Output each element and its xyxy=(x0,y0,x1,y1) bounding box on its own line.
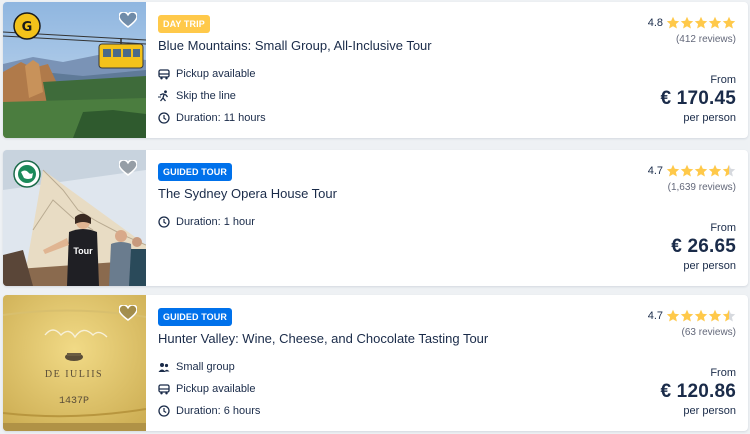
feature-text: Duration: 1 hour xyxy=(176,216,255,228)
feature-text: Duration: 11 hours xyxy=(176,112,266,124)
star-full-icon xyxy=(666,309,680,322)
star-full-icon xyxy=(708,16,722,29)
rating: 4.7 xyxy=(648,309,736,323)
star-full-icon xyxy=(666,164,680,177)
price-per-label: per person xyxy=(683,405,736,417)
price-per-label: per person xyxy=(683,112,736,124)
tour-title[interactable]: The Sydney Opera House Tour xyxy=(158,186,337,201)
tour-card[interactable]: DE IULIIS 1437P Guided tour Hunter Valle… xyxy=(3,295,748,431)
feature-pickup: Pickup available xyxy=(158,378,260,400)
feature-text: Duration: 6 hours xyxy=(176,405,261,417)
provider-logo-icon: G xyxy=(13,12,41,40)
provider-logo-icon xyxy=(13,160,41,188)
star-full-icon xyxy=(708,309,722,322)
star-half-icon xyxy=(722,309,736,322)
rating-score: 4.7 xyxy=(647,165,663,177)
star-full-icon xyxy=(694,164,708,177)
star-full-icon xyxy=(722,16,736,29)
bus-icon xyxy=(158,383,170,395)
wishlist-heart-icon[interactable] xyxy=(118,10,138,30)
star-full-icon xyxy=(666,16,680,29)
tour-title[interactable]: Hunter Valley: Wine, Cheese, and Chocola… xyxy=(158,331,488,346)
star-full-icon xyxy=(708,164,722,177)
star-full-icon xyxy=(680,16,694,29)
bus-icon xyxy=(158,68,170,80)
tour-features: Duration: 1 hour xyxy=(158,211,255,233)
feature-text: Small group xyxy=(176,361,235,373)
price-from-label: From xyxy=(710,367,736,379)
star-full-icon xyxy=(694,309,708,322)
price-block: From € 120.86 per person xyxy=(660,367,736,417)
activity-type-badge: Day trip xyxy=(158,15,210,33)
price-from-label: From xyxy=(710,74,736,86)
feature-group-size: Small group xyxy=(158,356,260,378)
feature-duration: Duration: 1 hour xyxy=(158,211,255,233)
rating-score: 4.8 xyxy=(647,17,663,29)
price-per-label: per person xyxy=(683,260,736,272)
wishlist-heart-icon[interactable] xyxy=(118,158,138,178)
price-value: € 120.86 xyxy=(660,381,736,402)
tour-features: Pickup available Skip the line Duration:… xyxy=(158,63,266,129)
rating-stars xyxy=(666,309,736,323)
tour-image[interactable]: Tour xyxy=(3,150,146,286)
feature-pickup: Pickup available xyxy=(158,63,266,85)
tour-features: Small group Pickup available Duration: 6… xyxy=(158,356,260,422)
skip-line-icon xyxy=(158,90,170,102)
image-overlay-text: 1437P xyxy=(59,396,89,407)
tour-info: Day trip Blue Mountains: Small Group, Al… xyxy=(158,2,748,138)
price-block: From € 170.45 per person xyxy=(660,74,736,124)
tour-card[interactable]: G Day trip Blue Mountains: Small Group, … xyxy=(3,2,748,138)
wishlist-heart-icon[interactable] xyxy=(118,303,138,323)
tour-card[interactable]: Tour Guided tour The Sydney Opera House … xyxy=(3,150,748,286)
price-from-label: From xyxy=(710,222,736,234)
group-icon xyxy=(158,361,170,373)
rating-score: 4.7 xyxy=(647,310,663,322)
activity-type-badge: Guided tour xyxy=(158,308,232,326)
rating-stars xyxy=(666,16,736,30)
tour-image[interactable]: DE IULIIS 1437P xyxy=(3,295,146,431)
tour-info: Guided tour Hunter Valley: Wine, Cheese,… xyxy=(158,295,748,431)
star-full-icon xyxy=(680,309,694,322)
star-full-icon xyxy=(694,16,708,29)
clock-icon xyxy=(158,405,170,417)
clock-icon xyxy=(158,112,170,124)
rating: 4.8 xyxy=(648,16,736,30)
svg-text:G: G xyxy=(22,20,33,35)
clock-icon xyxy=(158,216,170,228)
image-overlay-text: DE IULIIS xyxy=(45,369,103,380)
price-block: From € 26.65 per person xyxy=(671,222,736,272)
price-value: € 170.45 xyxy=(660,88,736,109)
review-count[interactable]: (63 reviews) xyxy=(682,327,736,338)
tour-title[interactable]: Blue Mountains: Small Group, All-Inclusi… xyxy=(158,38,432,53)
image-overlay-text: Tour xyxy=(73,246,93,256)
star-half-icon xyxy=(722,164,736,177)
tour-info: Guided tour The Sydney Opera House Tour … xyxy=(158,150,748,286)
feature-text: Skip the line xyxy=(176,90,236,102)
feature-duration: Duration: 6 hours xyxy=(158,400,260,422)
feature-skip-line: Skip the line xyxy=(158,85,266,107)
review-count[interactable]: (1,639 reviews) xyxy=(668,182,736,193)
tour-image[interactable]: G xyxy=(3,2,146,138)
activity-type-badge: Guided tour xyxy=(158,163,232,181)
rating: 4.7 xyxy=(648,164,736,178)
feature-text: Pickup available xyxy=(176,383,256,395)
tour-results-list: G Day trip Blue Mountains: Small Group, … xyxy=(0,0,750,434)
star-full-icon xyxy=(680,164,694,177)
feature-duration: Duration: 11 hours xyxy=(158,107,266,129)
feature-text: Pickup available xyxy=(176,68,256,80)
rating-stars xyxy=(666,164,736,178)
review-count[interactable]: (412 reviews) xyxy=(676,34,736,45)
price-value: € 26.65 xyxy=(671,236,736,257)
